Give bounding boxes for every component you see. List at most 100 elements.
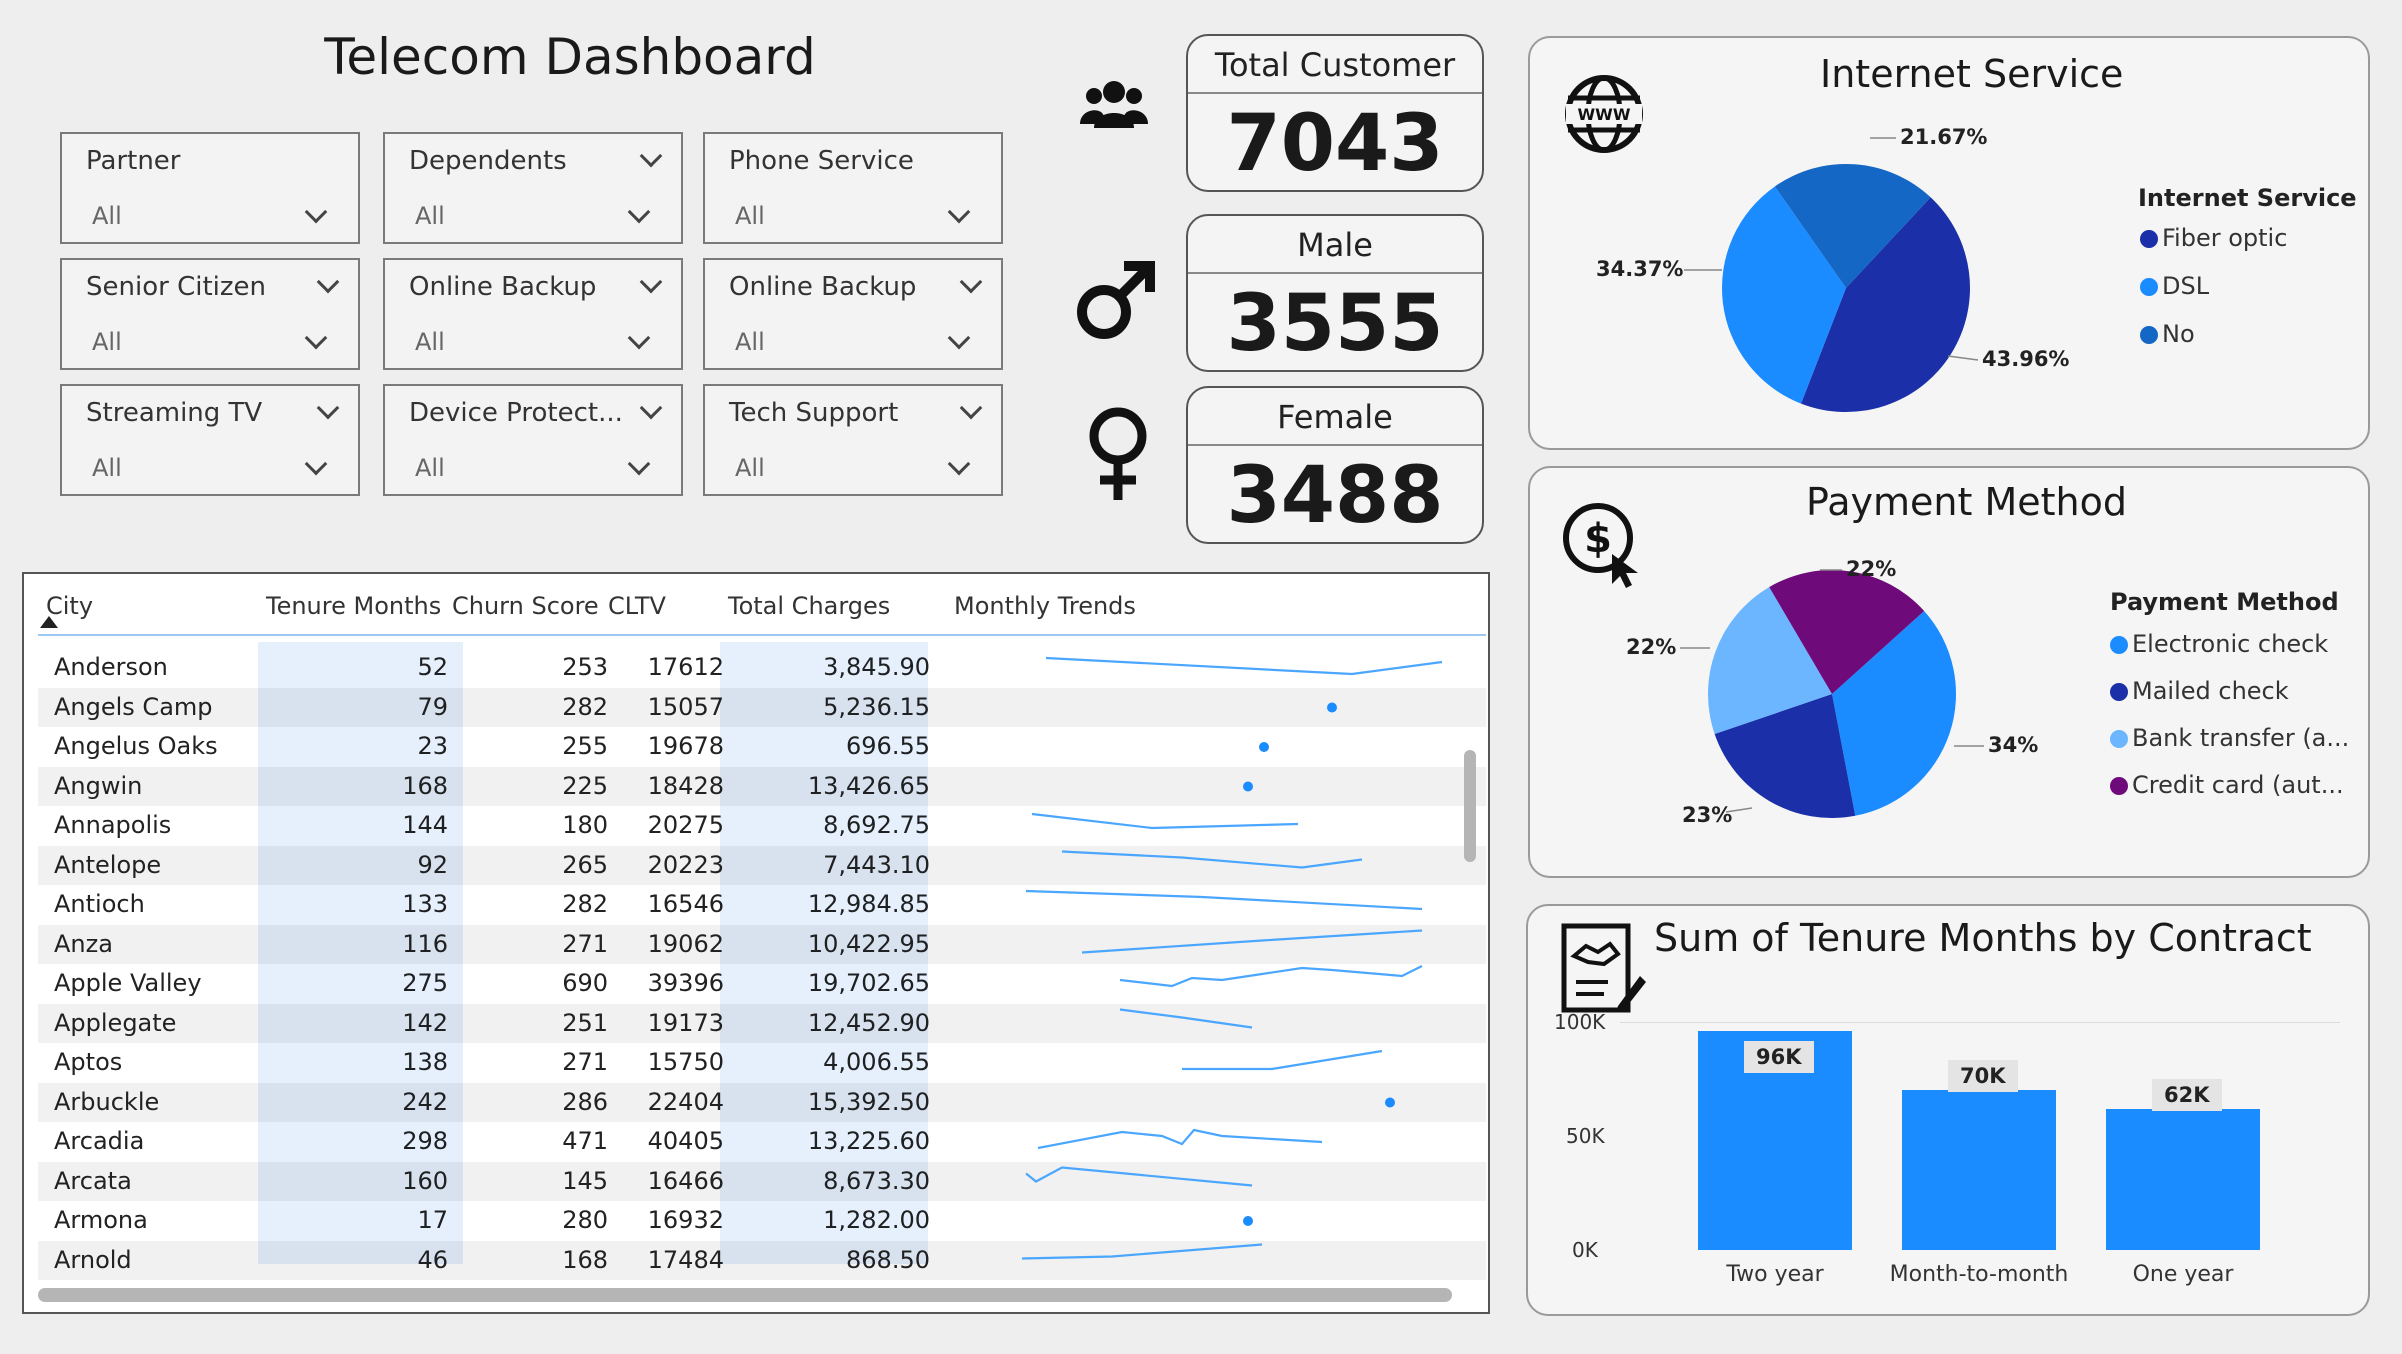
trend-dot [1385, 1097, 1395, 1108]
total-customer-label: Total Customer [1188, 36, 1482, 94]
contract-icon [1561, 923, 1646, 1013]
top-gridline [1620, 1022, 2340, 1023]
legend-label: Credit card (aut... [2132, 771, 2344, 799]
leader-line [1947, 355, 1979, 361]
chevron-down-icon[interactable] [627, 326, 651, 350]
chevron-down-icon[interactable] [304, 326, 328, 350]
city-table: City Tenure Months Churn Score CLTV Total Ch… [22, 572, 1490, 1314]
slicer-value: All [735, 454, 765, 482]
trend-line [1081, 929, 1423, 954]
slicer-label: Online Backup [409, 272, 597, 302]
y-tick-50k: 50K [1566, 1124, 1605, 1148]
chevron-down-icon[interactable] [959, 270, 983, 294]
trend-dot [1327, 702, 1337, 713]
slicer-value: All [92, 202, 122, 230]
category-label: Two year [1726, 1262, 1824, 1287]
slicer-value: All [92, 454, 122, 482]
bar-one-year[interactable] [2106, 1108, 2260, 1250]
chevron-down-icon[interactable] [959, 396, 983, 420]
payment-method-pie: 22% 22% 34% 23% [1626, 557, 2038, 827]
legend-label: DSL [2162, 272, 2210, 300]
pie-percent-label: 34% [1988, 733, 2038, 757]
trend-line [1182, 1049, 1383, 1071]
page-title: Telecom Dashboard [324, 28, 816, 86]
male-value: 3555 [1226, 279, 1444, 369]
slicer-value: All [415, 328, 445, 356]
chevron-down-icon[interactable] [304, 452, 328, 476]
chevron-down-icon[interactable] [304, 200, 328, 224]
slicer-1[interactable]: Dependents All [383, 132, 683, 244]
female-label: Female [1188, 388, 1482, 446]
slicer-6[interactable]: Streaming TV All [60, 384, 360, 496]
payment-method-panel: $ Payment Method 22% 22% 34% 23% Payment Me… [1528, 466, 2370, 878]
legend-item[interactable]: Bank transfer (a... [2110, 724, 2349, 752]
trend-line [1037, 1128, 1323, 1150]
trend-dot [1259, 742, 1269, 752]
trend-dot [1243, 1216, 1253, 1226]
male-icon [1077, 261, 1155, 339]
charges-highlight [720, 642, 928, 1264]
legend-dot [2110, 683, 2128, 701]
female-icon [1089, 407, 1147, 500]
slicer-8[interactable]: Tech Support All [703, 384, 1003, 496]
horizontal-scrollbar[interactable] [38, 1288, 1452, 1302]
legend-item[interactable]: Credit card (aut... [2110, 771, 2344, 799]
slicer-3[interactable]: Senior Citizen All [60, 258, 360, 370]
legend-dot [2110, 777, 2128, 795]
chevron-down-icon[interactable] [639, 270, 663, 294]
slicer-0[interactable]: Partner All [60, 132, 360, 244]
vertical-scrollbar[interactable] [1464, 750, 1476, 862]
slicer-label: Device Protect... [409, 398, 623, 428]
payment-legend-title: Payment Method [2110, 588, 2339, 616]
slicer-label: Phone Service [729, 146, 914, 176]
legend-dot [2140, 326, 2158, 344]
male-card: Male 3555 [1186, 214, 1484, 372]
chevron-down-icon[interactable] [947, 326, 971, 350]
chevron-down-icon[interactable] [947, 452, 971, 476]
chevron-down-icon[interactable] [316, 396, 340, 420]
chevron-down-icon[interactable] [639, 144, 663, 168]
slicer-label: Streaming TV [86, 398, 263, 428]
category-label: Month-to-month [1889, 1262, 2069, 1287]
bar-value-label: 62K [2152, 1078, 2222, 1111]
slicer-label: Dependents [409, 146, 567, 176]
trend-line [1025, 1166, 1253, 1187]
total-customer-value: 7043 [1226, 99, 1444, 189]
trend-line [1119, 965, 1423, 988]
total-customer-card: Total Customer 7043 [1186, 34, 1484, 192]
female-value: 3488 [1226, 451, 1444, 541]
legend-item[interactable]: No [2140, 320, 2195, 348]
slicer-7[interactable]: Device Protect... All [383, 384, 683, 496]
bar-month-to-month[interactable] [1902, 1090, 2056, 1250]
slicer-value: All [415, 454, 445, 482]
legend-item[interactable]: Mailed check [2110, 677, 2289, 705]
legend-label: Mailed check [2132, 677, 2289, 705]
legend-item[interactable]: Fiber optic [2140, 224, 2287, 252]
contract-title: Sum of Tenure Months by Contract [1654, 916, 2312, 960]
male-label: Male [1188, 216, 1482, 274]
slicer-value: All [92, 328, 122, 356]
chevron-down-icon[interactable] [627, 200, 651, 224]
slicer-4[interactable]: Online Backup All [383, 258, 683, 370]
trend-line [1045, 656, 1443, 676]
trend-line [1119, 1008, 1253, 1029]
bar-value-label: 70K [1948, 1060, 2018, 1093]
legend-item[interactable]: DSL [2140, 272, 2209, 300]
chevron-down-icon[interactable] [627, 452, 651, 476]
legend-label: Fiber optic [2162, 224, 2288, 252]
chevron-down-icon[interactable] [316, 270, 340, 294]
y-tick-100k: 100K [1554, 1010, 1606, 1034]
pie-percent-label: 22% [1846, 557, 1896, 581]
legend-item[interactable]: Electronic check [2110, 630, 2328, 658]
y-tick-0k: 0K [1572, 1238, 1598, 1262]
slicer-2[interactable]: Phone Service All [703, 132, 1003, 244]
slicer-5[interactable]: Online Backup All [703, 258, 1003, 370]
pie-percent-label: 43.96% [1982, 347, 2069, 371]
chevron-down-icon[interactable] [639, 396, 663, 420]
legend-dot [2110, 730, 2128, 748]
trend-line [1021, 1243, 1263, 1260]
chevron-down-icon[interactable] [947, 200, 971, 224]
female-card: Female 3488 [1186, 386, 1484, 544]
slicer-label: Partner [86, 146, 181, 176]
slicer-value: All [735, 328, 765, 356]
